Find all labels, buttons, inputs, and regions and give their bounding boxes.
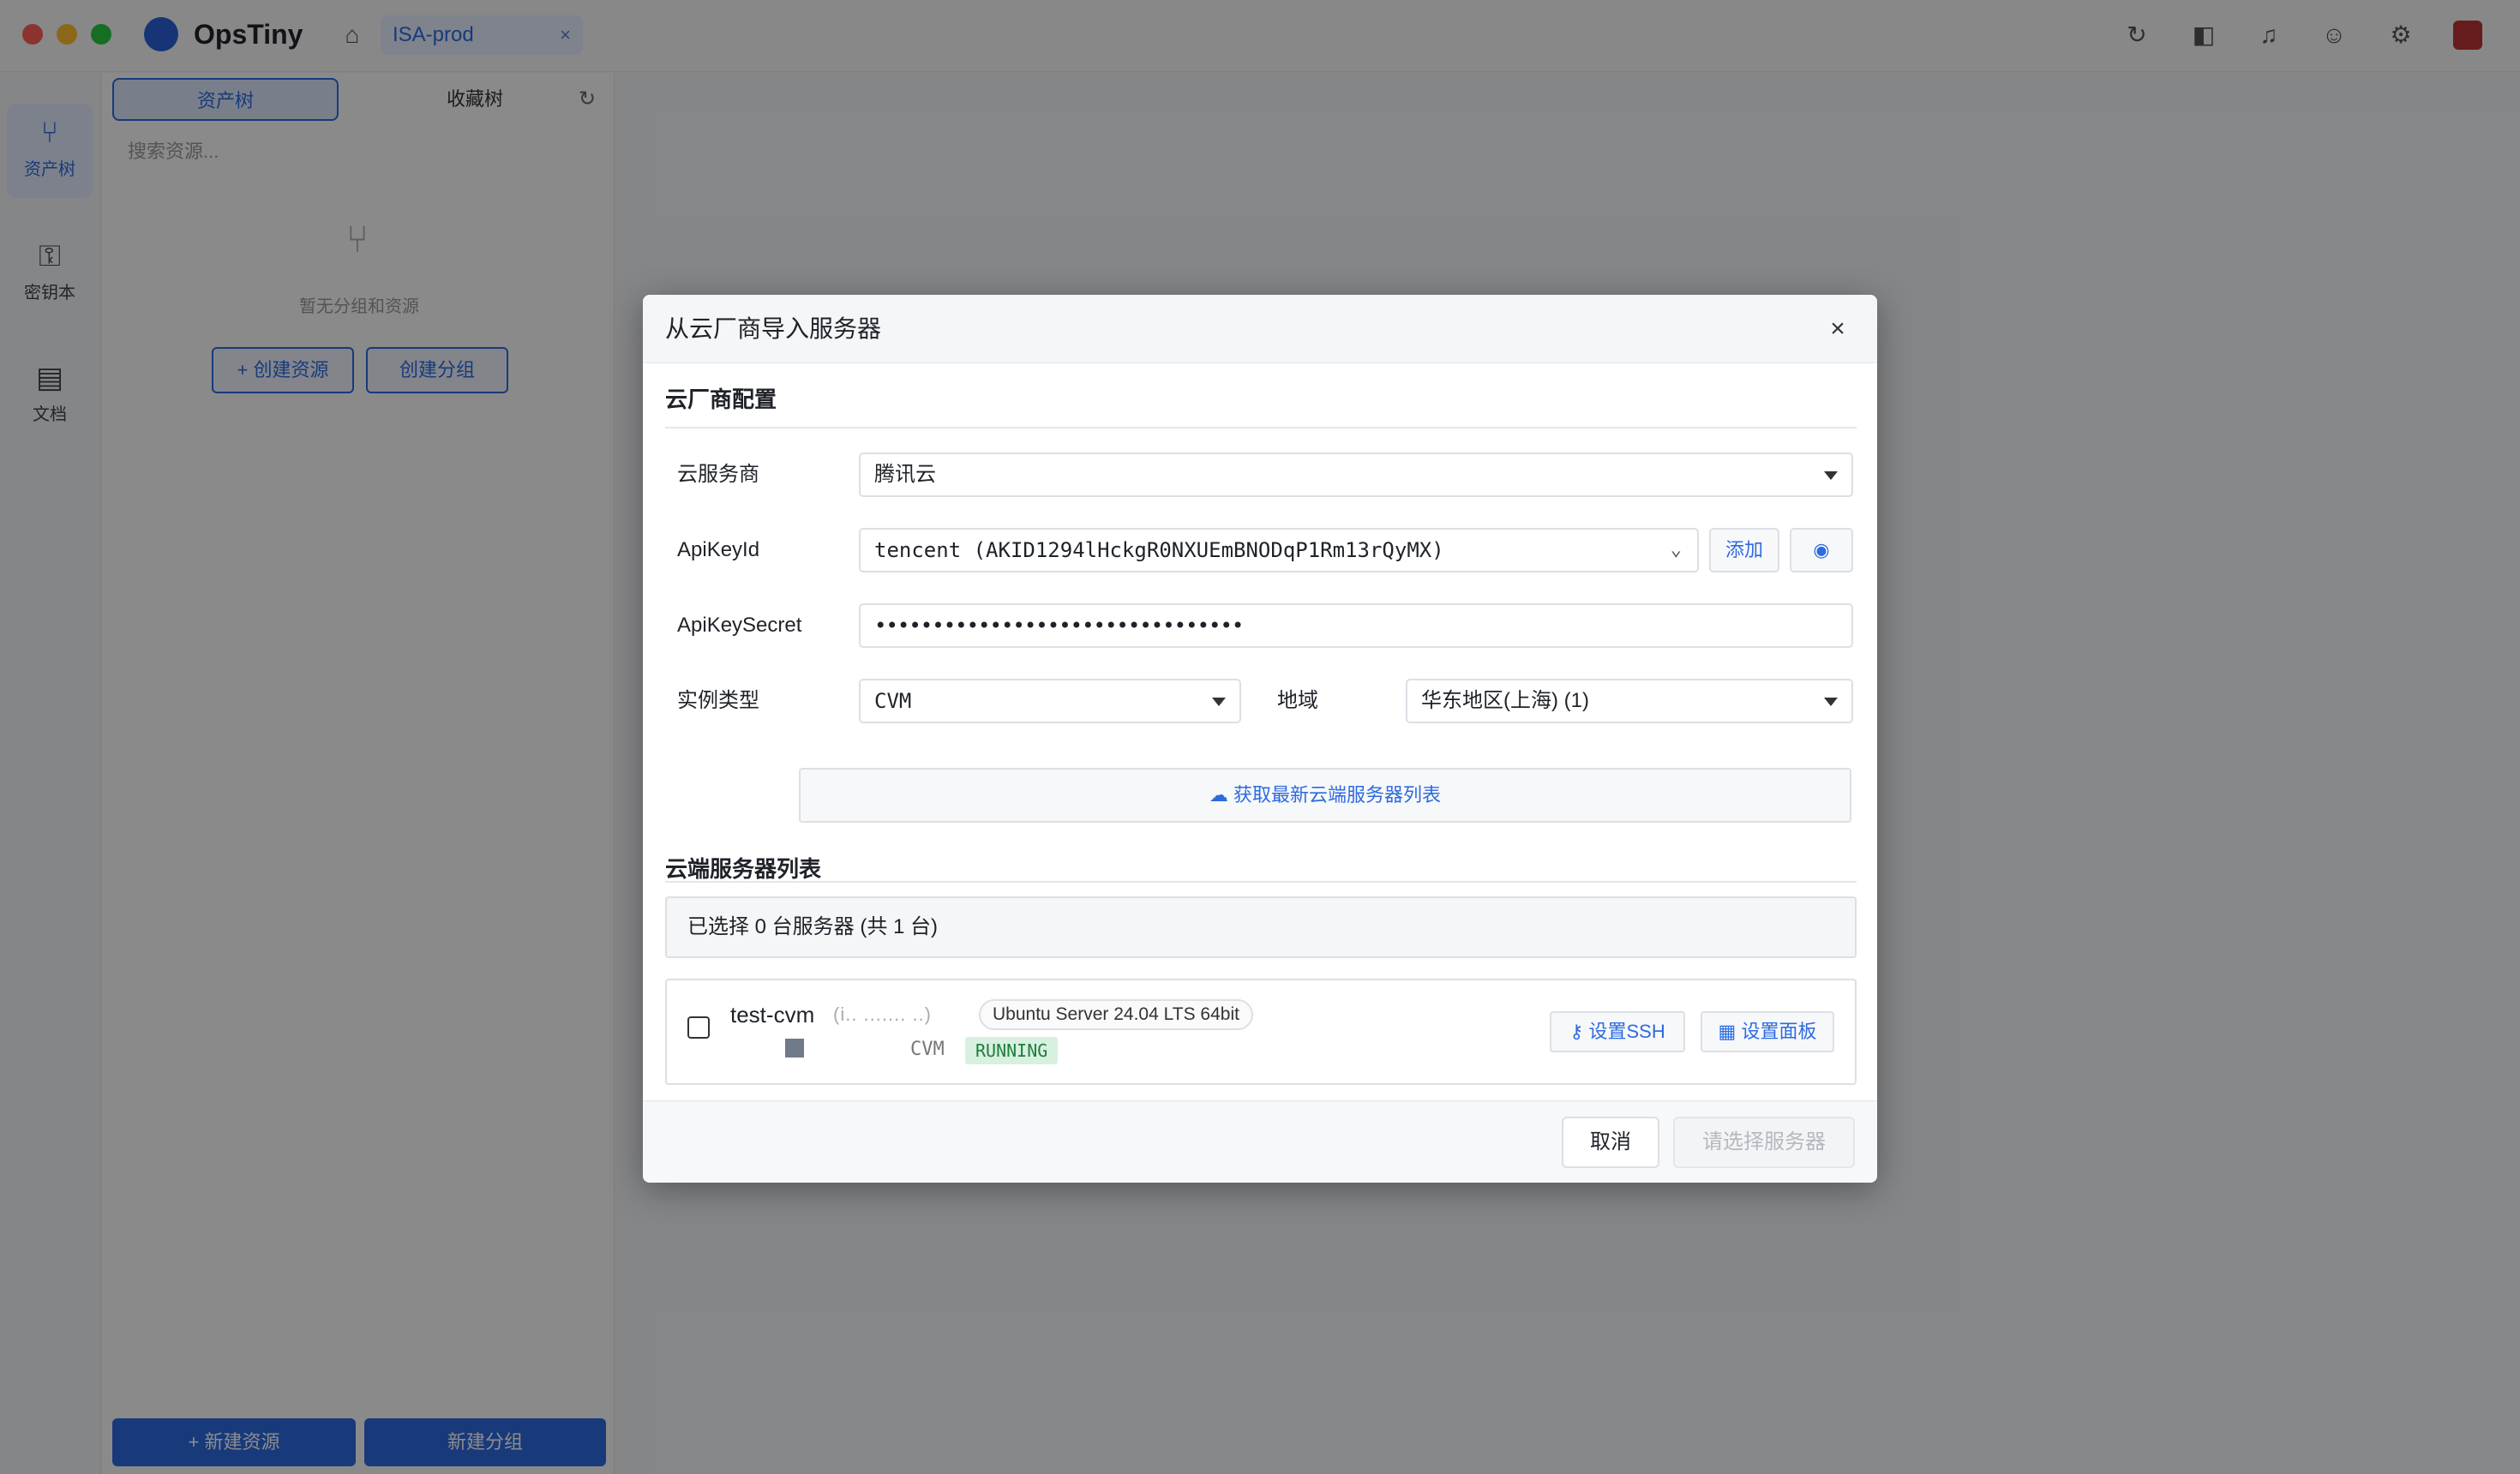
fetch-servers-label: 获取最新云端服务器列表 xyxy=(1233,784,1442,806)
fetch-servers-button[interactable]: ☁ 获取最新云端服务器列表 xyxy=(799,768,1851,823)
dialog-title: 从云厂商导入服务器 xyxy=(665,315,882,342)
server-color-swatch xyxy=(785,1039,804,1058)
caret-down-icon xyxy=(1212,698,1226,706)
section-title-server-list: 云端服务器列表 xyxy=(665,856,822,882)
set-panel-button[interactable]: ▦ 设置面板 xyxy=(1701,1011,1834,1052)
provider-select-value: 腾讯云 xyxy=(874,463,936,486)
app-window: OpsTiny ⌂ ISA-prod × ↻ ◧ ♫ ☺ ⚙ ⑂ 资产树 ⚿ 密… xyxy=(0,0,2520,1474)
toggle-visibility-eye-icon[interactable]: ◉ xyxy=(1790,528,1853,572)
import-servers-dialog: 从云厂商导入服务器 × 云厂商配置 云服务商 腾讯云 ApiKeyId tenc… xyxy=(643,295,1877,1183)
set-panel-label: 设置面板 xyxy=(1741,1021,1817,1042)
server-name: test-cvm xyxy=(730,1002,815,1028)
provider-label: 云服务商 xyxy=(677,463,759,486)
close-icon[interactable]: × xyxy=(1821,312,1855,346)
dialog-footer: 取消 请选择服务器 xyxy=(643,1100,1877,1183)
cloud-download-icon: ☁ xyxy=(1209,784,1228,806)
apikeyid-label: ApiKeyId xyxy=(677,538,760,561)
caret-down-icon xyxy=(1824,471,1838,480)
region-select[interactable]: 华东地区(上海) (1) xyxy=(1406,679,1853,723)
apikeysecret-input[interactable]: •••••••••••••••••••••••••••••••• xyxy=(859,603,1853,648)
server-os-badge: Ubuntu Server 24.04 LTS 64bit xyxy=(979,999,1253,1030)
confirm-import-button[interactable]: 请选择服务器 xyxy=(1673,1117,1855,1168)
status-badge: RUNNING xyxy=(965,1037,1059,1064)
instance-type-label: 实例类型 xyxy=(677,689,759,712)
instance-type-value: CVM xyxy=(874,689,912,713)
key-icon: ⚷ xyxy=(1569,1021,1584,1042)
region-label: 地域 xyxy=(1277,689,1318,712)
dialog-header: 从云厂商导入服务器 × xyxy=(643,295,1877,363)
set-ssh-label: 设置SSH xyxy=(1588,1021,1665,1042)
set-ssh-button[interactable]: ⚷ 设置SSH xyxy=(1550,1011,1685,1052)
apikeyid-select[interactable]: tencent (AKID1294lHckgR0NXUEmBNODqP1Rm13… xyxy=(859,528,1699,572)
section-divider xyxy=(665,427,1857,428)
provider-select[interactable]: 腾讯云 xyxy=(859,452,1853,497)
caret-down-icon xyxy=(1824,698,1838,706)
grid-icon: ▦ xyxy=(1718,1021,1737,1042)
server-list-item[interactable]: test-cvm (i.. ....... ..) Ubuntu Server … xyxy=(665,979,1857,1085)
cancel-button[interactable]: 取消 xyxy=(1562,1117,1659,1168)
region-value: 华东地区(上海) (1) xyxy=(1421,689,1589,712)
server-ip: (i.. ....... ..) xyxy=(833,1004,932,1025)
instance-type-select[interactable]: CVM xyxy=(859,679,1241,723)
server-checkbox[interactable] xyxy=(687,1016,710,1039)
add-key-button[interactable]: 添加 xyxy=(1709,528,1779,572)
selection-summary: 已选择 0 台服务器 (共 1 台) xyxy=(665,896,1857,958)
server-type: CVM xyxy=(910,1039,945,1060)
section-title-config: 云厂商配置 xyxy=(665,386,777,412)
section-divider xyxy=(665,881,1857,883)
apikeyid-select-value: tencent (AKID1294lHckgR0NXUEmBNODqP1Rm13… xyxy=(874,538,1444,562)
apikeysecret-label: ApiKeySecret xyxy=(677,614,802,637)
chevron-down-icon: ⌄ xyxy=(1670,539,1682,560)
